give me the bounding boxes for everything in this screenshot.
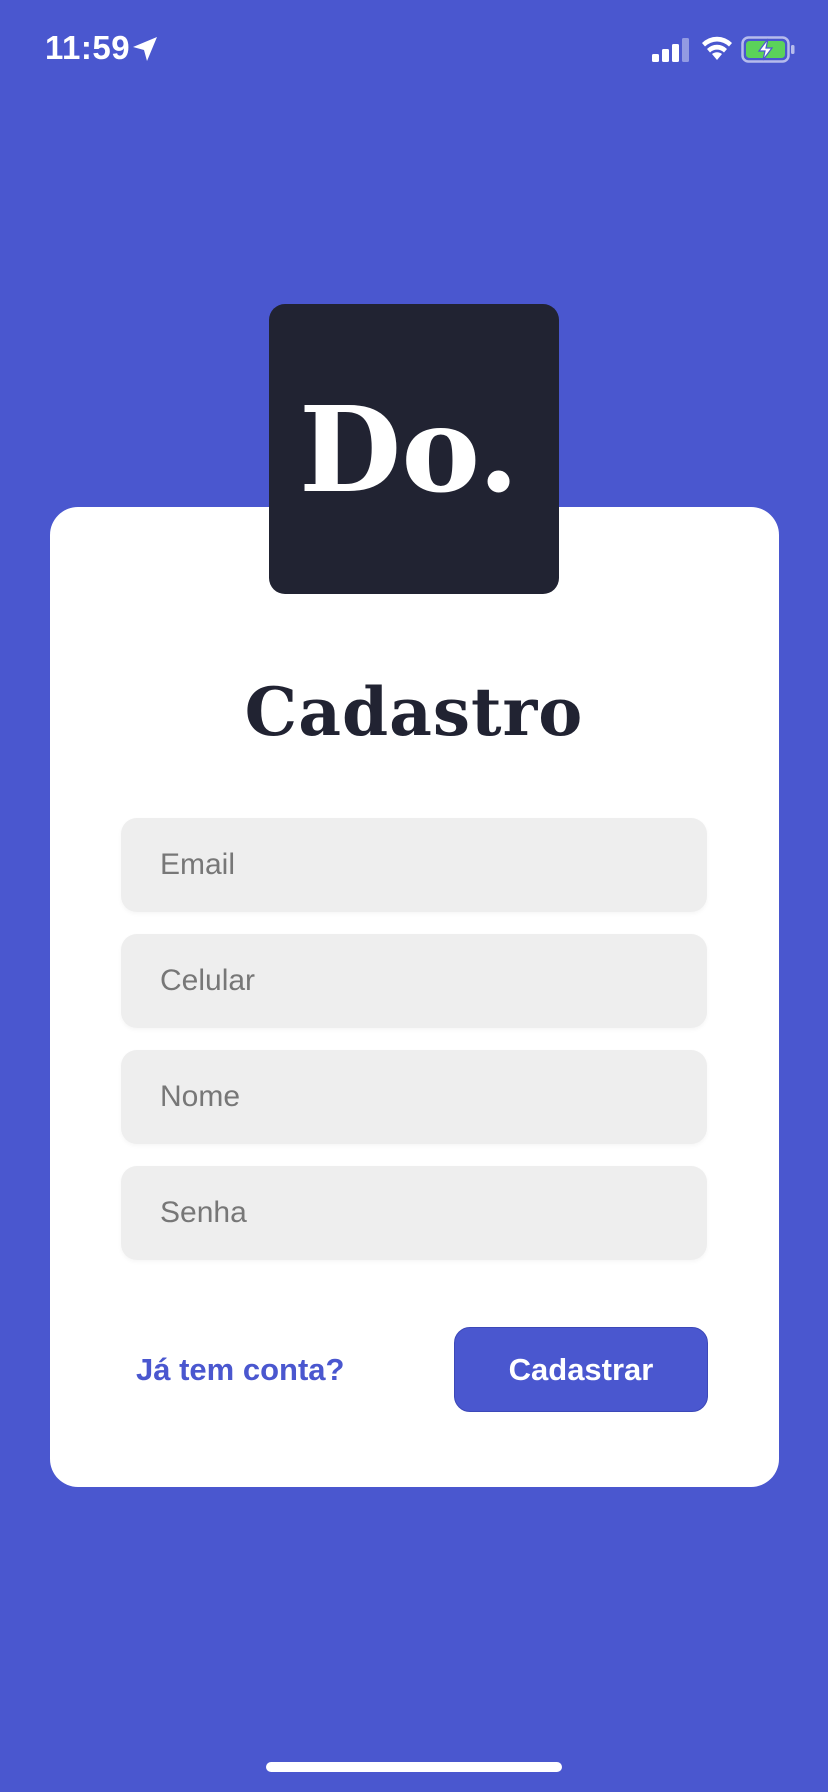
login-link[interactable]: Já tem conta? — [136, 1346, 344, 1394]
logo-wordmark: Do. — [299, 380, 519, 519]
location-arrow-icon — [133, 37, 157, 61]
name-field[interactable] — [121, 1050, 707, 1144]
status-bar: 11:59 — [0, 0, 828, 100]
status-time: 11:59 — [45, 29, 131, 66]
email-field-container — [121, 818, 707, 912]
password-field-container — [121, 1166, 707, 1260]
page-title: Cadastro — [244, 673, 584, 751]
phone-field-container — [121, 934, 707, 1028]
app-logo: Do. — [269, 304, 559, 594]
battery-charging-icon — [741, 36, 795, 63]
cellular-signal-icon — [652, 38, 689, 62]
signup-button[interactable]: Cadastrar — [454, 1327, 708, 1412]
password-field[interactable] — [121, 1166, 707, 1260]
email-field[interactable] — [121, 818, 707, 912]
name-field-container — [121, 1050, 707, 1144]
wifi-icon — [702, 36, 732, 60]
phone-field[interactable] — [121, 934, 707, 1028]
home-indicator[interactable] — [266, 1762, 562, 1772]
svg-text:Do.: Do. — [299, 380, 519, 519]
